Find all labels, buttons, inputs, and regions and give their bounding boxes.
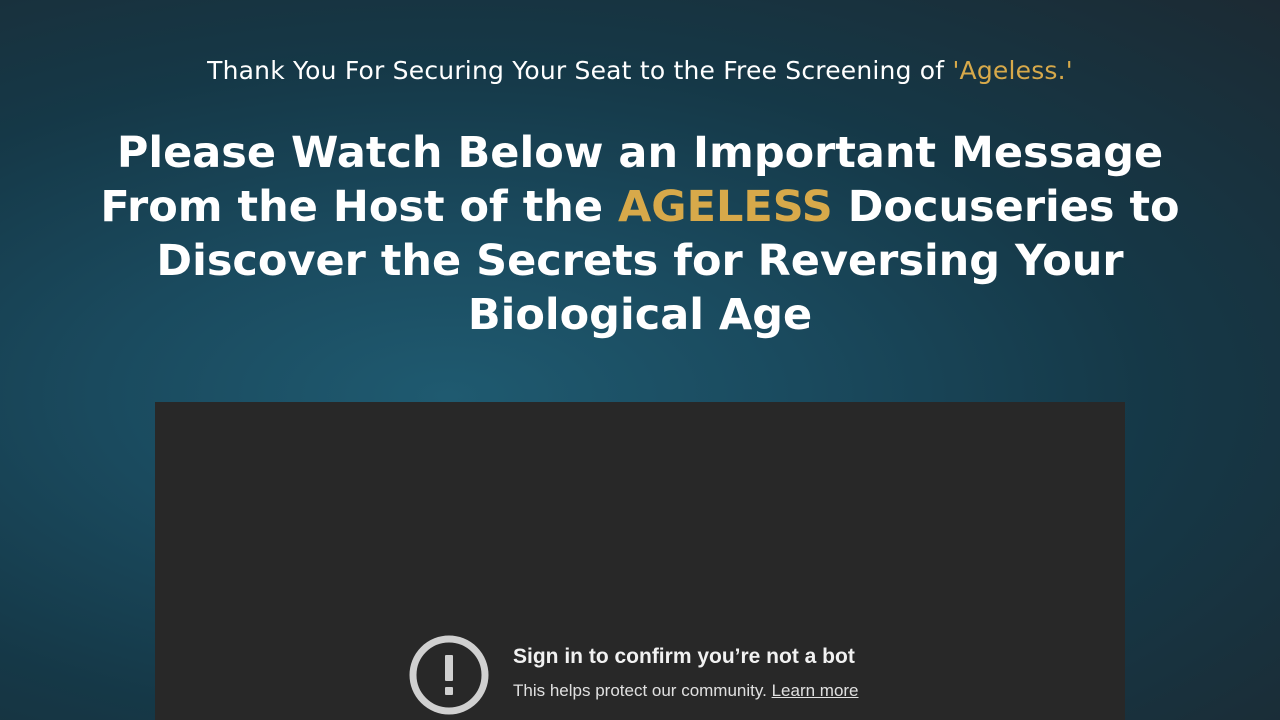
learn-more-link[interactable]: Learn more <box>772 681 859 700</box>
subtitle-highlight: 'Ageless.' <box>952 56 1073 85</box>
page: Thank You For Securing Your Seat to the … <box>0 0 1280 720</box>
headline-highlight: AGELESS <box>618 182 833 232</box>
alert-exclamation-icon <box>409 635 489 715</box>
notice-body: This helps protect our community. Learn … <box>513 681 859 701</box>
thank-you-subtitle: Thank You For Securing Your Seat to the … <box>0 56 1280 85</box>
bot-check-notice: Sign in to confirm you’re not a bot This… <box>409 635 929 720</box>
page-headline: Please Watch Below an Important Message … <box>80 126 1200 342</box>
notice-title: Sign in to confirm you’re not a bot <box>513 645 855 668</box>
subtitle-text: Thank You For Securing Your Seat to the … <box>207 56 953 85</box>
notice-body-text: This helps protect our community. <box>513 681 767 700</box>
